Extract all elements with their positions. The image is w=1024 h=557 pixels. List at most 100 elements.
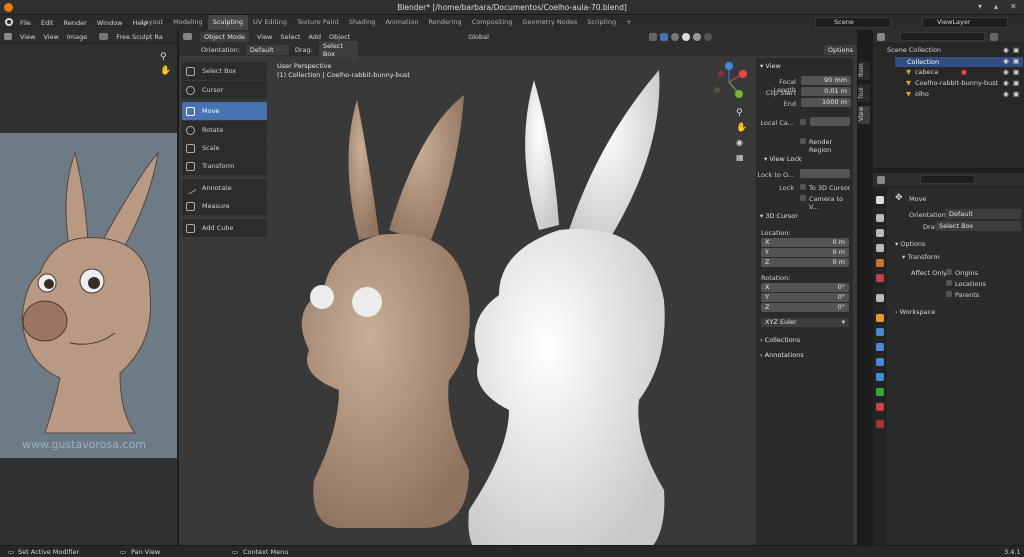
material-shading-icon[interactable] [692, 32, 701, 41]
drag-dropdown[interactable]: Select Box [318, 40, 358, 59]
close-icon[interactable]: ✕ [1010, 2, 1020, 12]
tool-measure[interactable]: Measure [182, 197, 267, 215]
transform-subsection-header[interactable]: ▾ Transform [902, 253, 940, 261]
camera-to-view-checkbox[interactable] [800, 195, 806, 201]
cursor-rotation-x[interactable]: X 0° [761, 283, 849, 292]
orientation-dropdown[interactable]: Default [245, 44, 289, 55]
viewport-menu-object[interactable]: Object [329, 33, 350, 41]
viewport-menu-add[interactable]: Add [308, 33, 321, 41]
sidebar-tab-item[interactable]: Item [858, 62, 870, 80]
material-tab-icon[interactable] [876, 403, 884, 411]
data-tab-icon[interactable] [876, 388, 884, 396]
tab-scripting[interactable]: Scripting [582, 15, 621, 30]
cursor-location-z[interactable]: Z 0 m [761, 258, 849, 267]
image-browse-icon[interactable] [99, 33, 109, 40]
output-tab-icon[interactable] [876, 229, 884, 237]
blender-menu-icon[interactable] [5, 18, 13, 26]
tool-cursor[interactable]: Cursor [182, 81, 267, 99]
render-camera-icon[interactable]: ▣ [1013, 46, 1019, 54]
modifier-tab-icon[interactable] [876, 328, 884, 336]
cursor-rotation-z[interactable]: Z 0° [761, 303, 849, 312]
particles-tab-icon[interactable] [876, 343, 884, 351]
scene-tab-icon[interactable] [876, 259, 884, 267]
xray-icon[interactable] [648, 32, 657, 41]
menu-edit[interactable]: Edit [41, 19, 54, 27]
menu-render[interactable]: Render [64, 19, 87, 27]
render-camera-icon[interactable]: ▣ [1013, 57, 1019, 65]
tab-geometry-nodes[interactable]: Geometry Nodes [517, 15, 582, 30]
tab-compositing[interactable]: Compositing [467, 15, 518, 30]
tab-layout[interactable]: Layout [136, 15, 168, 30]
zoom-icon[interactable]: ⚲ [160, 52, 167, 62]
render-camera-icon[interactable]: ▣ [1013, 79, 1019, 87]
navigation-gizmo[interactable] [709, 60, 749, 104]
tool-select-box[interactable]: Select Box [182, 62, 267, 80]
maximize-icon[interactable]: ▴ [994, 2, 1004, 12]
filter-icon[interactable] [990, 32, 998, 41]
overlay-icon[interactable] [659, 32, 668, 41]
tool-annotate[interactable]: Annotate [182, 179, 267, 197]
zoom-view-icon[interactable]: ⚲ [736, 108, 743, 118]
tab-shading[interactable]: Shading [344, 15, 380, 30]
tool-transform[interactable]: Transform [182, 157, 267, 175]
tool-move[interactable]: Move [182, 102, 267, 120]
view-layer-selector[interactable]: ViewLayer [922, 17, 1008, 28]
tab-rendering[interactable]: Rendering [423, 15, 466, 30]
tool-tab-icon[interactable] [876, 196, 884, 204]
viewport-menu-view[interactable]: View [257, 33, 272, 41]
options-button[interactable]: Options [823, 44, 857, 55]
tab-texture-paint[interactable]: Texture Paint [292, 15, 344, 30]
visibility-eye-icon[interactable]: ◉ [1003, 46, 1009, 54]
world-tab-icon[interactable] [876, 274, 884, 282]
locations-checkbox[interactable] [946, 280, 952, 286]
pan-view-icon[interactable]: ✋ [736, 123, 747, 133]
solid-shading-icon[interactable] [681, 32, 690, 41]
menu-file[interactable]: File [20, 19, 31, 27]
view-layer-tab-icon[interactable] [876, 244, 884, 252]
3d-cursor-header[interactable]: ▾ 3D Cursor [760, 212, 798, 220]
view-section-header[interactable]: ▾ View [760, 62, 781, 70]
tool-rotate[interactable]: Rotate [182, 121, 267, 139]
render-camera-icon[interactable]: ▣ [1013, 68, 1019, 76]
lock-to-object-field[interactable] [800, 169, 850, 178]
properties-editor-type-icon[interactable] [877, 175, 885, 184]
tool-add-cube[interactable]: Add Cube [182, 219, 267, 237]
constraints-tab-icon[interactable] [876, 373, 884, 381]
scene-collection-item[interactable]: Scene Collection [887, 46, 941, 54]
local-camera-checkbox[interactable] [800, 119, 806, 125]
transform-orientation[interactable]: Global [468, 33, 489, 41]
wireframe-shading-icon[interactable] [670, 32, 679, 41]
white-rabbit-bust[interactable] [468, 70, 665, 550]
image-menu-image[interactable]: Image [67, 33, 87, 41]
editor-type-icon[interactable] [4, 33, 12, 40]
clip-start-field[interactable]: 0.01 m [801, 87, 851, 96]
props-drag-dropdown[interactable]: Select Box [935, 221, 1021, 231]
cursor-rotation-y[interactable]: Y 0° [761, 293, 849, 302]
outliner-item-olho[interactable]: olho [915, 90, 929, 98]
image-name[interactable]: Free Sculpt Ra [116, 33, 163, 41]
rotation-mode-dropdown[interactable]: XYZ Euler ▾ [761, 318, 849, 327]
outliner-search-input[interactable] [900, 32, 985, 41]
sidebar-tab-tool[interactable]: Tool [858, 84, 870, 102]
visibility-eye-icon[interactable]: ◉ [1003, 68, 1009, 76]
viewport-menu-select[interactable]: Select [280, 33, 300, 41]
rendered-shading-icon[interactable] [703, 32, 712, 41]
render-camera-icon[interactable]: ▣ [1013, 90, 1019, 98]
to-3d-cursor-checkbox[interactable] [800, 184, 806, 190]
collection-tab-icon[interactable] [876, 294, 884, 302]
properties-search-input[interactable] [920, 175, 975, 184]
tool-scale[interactable]: Scale [182, 139, 267, 157]
physics-tab-icon[interactable] [876, 358, 884, 366]
scene-selector[interactable]: Scene [815, 17, 891, 28]
collections-section-header[interactable]: › Collections [760, 336, 800, 344]
origins-checkbox[interactable] [946, 269, 952, 275]
annotations-section-header[interactable]: › Annotations [760, 351, 804, 359]
outliner-editor-type-icon[interactable] [877, 32, 885, 41]
perspective-toggle-icon[interactable]: ▦ [736, 153, 744, 162]
mode-selector[interactable]: Object Mode [200, 31, 249, 42]
visibility-eye-icon[interactable]: ◉ [1003, 79, 1009, 87]
tab-animation[interactable]: Animation [380, 15, 423, 30]
focal-length-field[interactable]: 90 mm [801, 76, 851, 85]
minimize-icon[interactable]: ▾ [978, 2, 988, 12]
pan-hand-icon[interactable]: ✋ [160, 66, 171, 76]
